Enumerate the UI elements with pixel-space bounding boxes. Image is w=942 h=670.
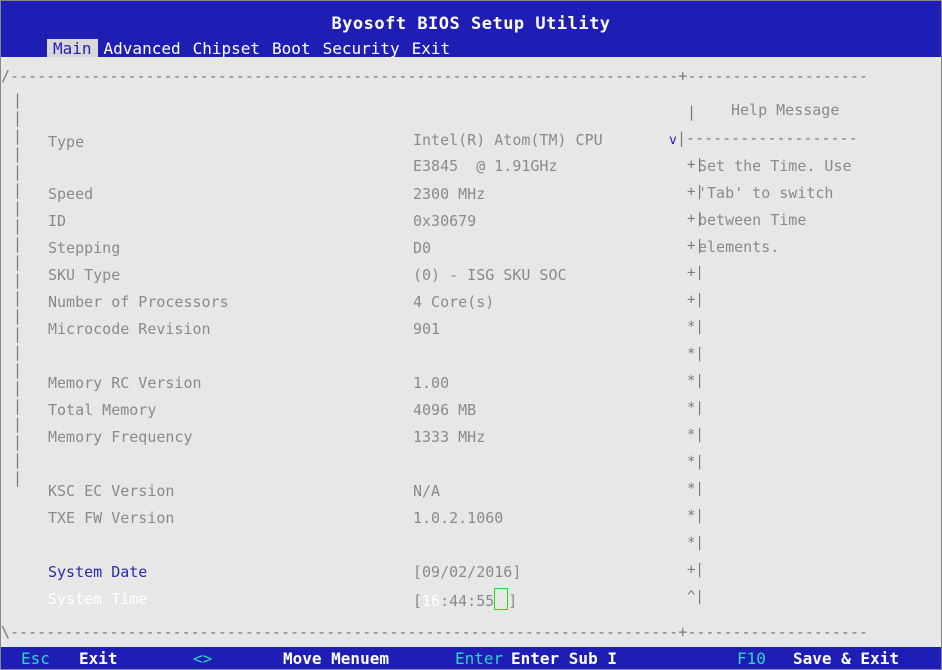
stepping-value: D0 — [413, 239, 432, 257]
id-label: ID — [48, 212, 67, 230]
arrows-key: <> — [193, 649, 213, 668]
marker-star: *| — [687, 427, 704, 443]
memory-rc-label: Memory RC Version — [48, 374, 202, 392]
help-line-4: elements. — [698, 238, 780, 256]
menu-bar: Main Advanced Chipset Boot Security Exit — [47, 39, 456, 59]
time-rest: :44:55 — [440, 592, 495, 610]
marker-plus: +| — [687, 562, 704, 578]
marker-star: *| — [687, 535, 704, 551]
text-cursor — [494, 588, 509, 610]
marker-plus: +| — [687, 184, 704, 200]
marker-star: *| — [687, 508, 704, 524]
marker-plus: +| — [687, 211, 704, 227]
speed-value: 2300 MHz — [413, 185, 486, 203]
system-time-field[interactable]: [16:44:55] — [413, 588, 517, 610]
tab-security[interactable]: Security — [317, 39, 406, 59]
marker-plus: +| — [687, 238, 704, 254]
processors-label: Number of Processors — [48, 293, 229, 311]
marker-plus: +| — [687, 265, 704, 281]
marker-plus: +| — [687, 292, 704, 308]
stepping-label: Stepping — [48, 239, 121, 257]
esc-key: Esc — [21, 649, 50, 668]
marker-star: *| — [687, 373, 704, 389]
ksc-ec-value: N/A — [413, 482, 441, 500]
id-value: 0x30679 — [413, 212, 477, 230]
marker-star: *| — [687, 454, 704, 470]
speed-label: Speed — [48, 185, 94, 203]
help-line-1: Set the Time. Use — [698, 157, 852, 175]
system-time-label[interactable]: System Time — [48, 590, 147, 608]
help-line-3: between Time — [698, 211, 807, 229]
window-title: Byosoft BIOS Setup Utility — [331, 14, 611, 34]
enter-description: Enter Sub I — [511, 649, 617, 668]
memory-frequency-label: Memory Frequency — [48, 428, 193, 446]
type-value-line1: Intel(R) Atom(TM) CPU — [413, 131, 603, 149]
tab-boot[interactable]: Boot — [266, 39, 317, 59]
total-memory-value: 4096 MB — [413, 401, 477, 419]
help-divider: |------------------- — [677, 129, 858, 147]
bottom-border: \---------------------------------------… — [1, 623, 868, 641]
help-title: Help Message — [731, 101, 840, 119]
processors-value: 4 Core(s) — [413, 293, 495, 311]
marker-star: *| — [687, 481, 704, 497]
txe-fw-value: 1.0.2.1060 — [413, 509, 504, 527]
time-bracket-open: [ — [413, 592, 423, 610]
key-legend-bar: Esc Exit <> Move Menuem Enter Enter Sub … — [1, 647, 941, 669]
tab-advanced[interactable]: Advanced — [98, 39, 187, 59]
txe-fw-label: TXE FW Version — [48, 509, 175, 527]
microcode-value: 901 — [413, 320, 441, 338]
esc-description: Exit — [79, 649, 118, 668]
system-date-label[interactable]: System Date — [48, 563, 147, 581]
tab-main[interactable]: Main — [47, 39, 98, 59]
marker-star: *| — [687, 346, 704, 362]
time-bracket-close: ] — [508, 592, 518, 610]
marker-plus: +| — [687, 157, 704, 173]
main-panel: /---------------------------------------… — [1, 57, 941, 647]
title-bar: Byosoft BIOS Setup Utility Main Advanced… — [1, 1, 941, 59]
marker-caret: ^| — [687, 589, 704, 605]
f10-key: F10 — [737, 649, 766, 668]
type-value-line2: E3845 @ 1.91GHz — [413, 157, 558, 175]
time-hour-selected[interactable]: 16 — [422, 592, 440, 610]
arrows-description: Move Menuem — [283, 649, 389, 668]
microcode-label: Microcode Revision — [48, 320, 211, 338]
memory-rc-value: 1.00 — [413, 374, 450, 392]
left-border: | | | | | | | | | | | | | | | | | | | | | | — [13, 91, 23, 487]
type-label: Type — [48, 133, 85, 151]
help-header-bar: | — [687, 103, 697, 121]
sku-value: (0) - ISG SKU SOC — [413, 266, 567, 284]
tab-chipset[interactable]: Chipset — [187, 39, 266, 59]
tab-exit[interactable]: Exit — [406, 39, 457, 59]
system-date-field[interactable]: [09/02/2016] — [413, 563, 521, 581]
bios-screen: Byosoft BIOS Setup Utility Main Advanced… — [0, 0, 942, 670]
help-line-2: 'Tab' to switch — [698, 184, 834, 202]
ksc-ec-label: KSC EC Version — [48, 482, 175, 500]
enter-key: Enter — [455, 649, 504, 668]
sku-label: SKU Type — [48, 266, 121, 284]
scroll-down-icon: v — [669, 133, 677, 148]
total-memory-label: Total Memory — [48, 401, 157, 419]
memory-frequency-value: 1333 MHz — [413, 428, 486, 446]
f10-description: Save & Exit — [793, 649, 899, 668]
marker-star: *| — [687, 319, 704, 335]
marker-star: *| — [687, 400, 704, 416]
top-border: /---------------------------------------… — [1, 67, 868, 85]
